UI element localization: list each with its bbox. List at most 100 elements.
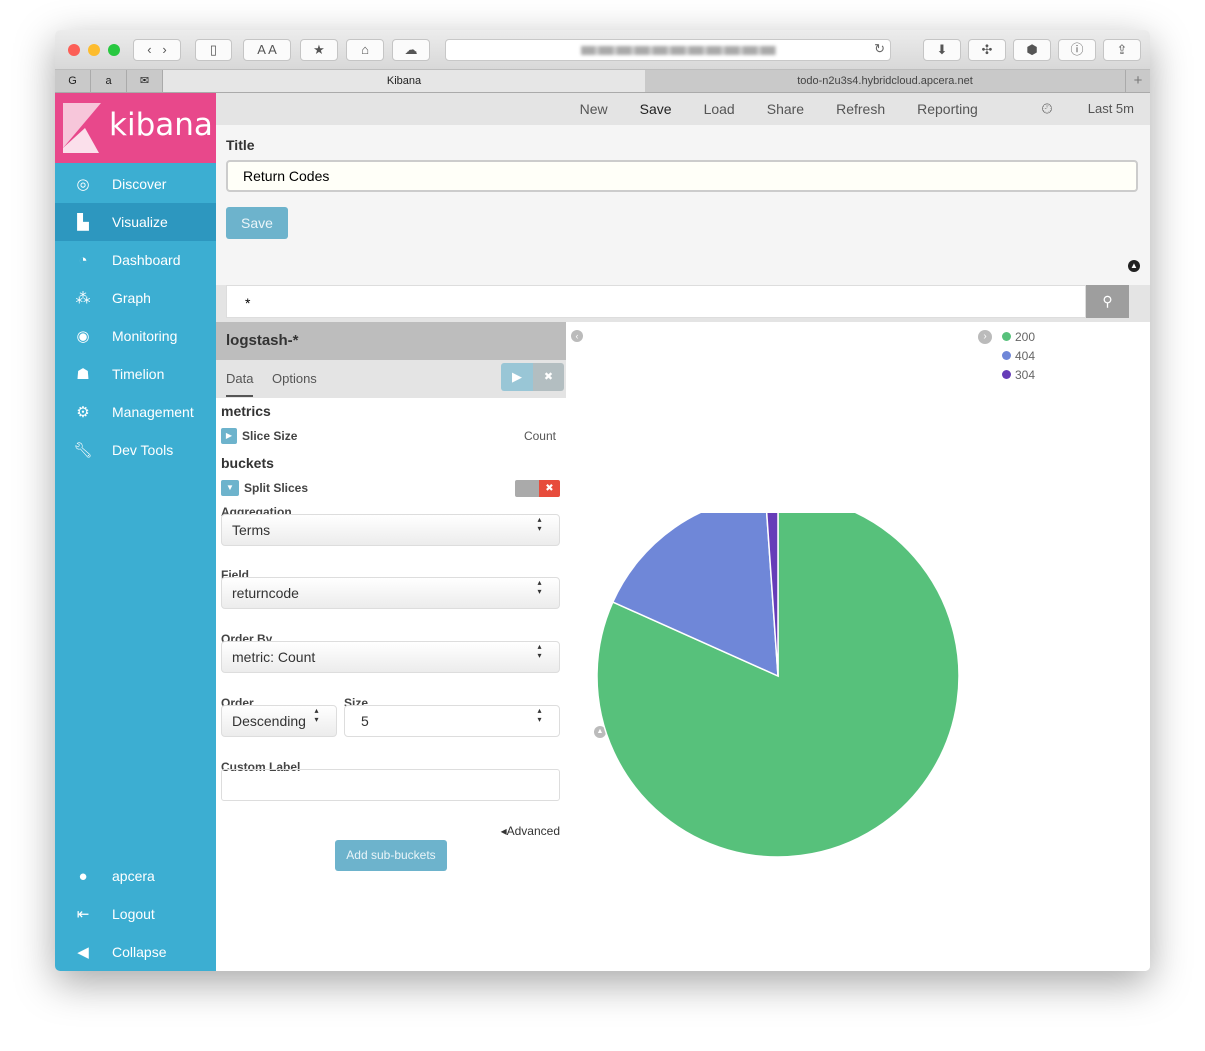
- top-nav: New Save Load Share Refresh Reporting 🕘︎…: [216, 93, 1150, 125]
- brand-name: kibana: [109, 107, 213, 143]
- title-input[interactable]: [226, 160, 1138, 192]
- nav-label: Visualize: [112, 214, 168, 230]
- cloud-icon[interactable]: ☁: [392, 39, 430, 61]
- query-input[interactable]: *: [226, 285, 1086, 318]
- sidebar-item-user[interactable]: ● apcera: [55, 857, 216, 895]
- custom-label-input[interactable]: [221, 769, 560, 801]
- sidebar-item-discover[interactable]: ◎ Discover: [55, 165, 216, 203]
- sidebar-item-monitoring[interactable]: ◉ Monitoring: [55, 317, 216, 355]
- order-select[interactable]: Descending: [221, 705, 337, 737]
- nav-label: Logout: [112, 906, 155, 922]
- save-menu-button[interactable]: Save: [640, 101, 672, 117]
- collapse-up-icon[interactable]: ▲: [1128, 260, 1140, 272]
- tab-data[interactable]: Data: [226, 371, 254, 397]
- tab-kibana[interactable]: Kibana: [163, 70, 645, 92]
- save-panel: Title Save ▲: [216, 125, 1150, 285]
- download-icon[interactable]: ⬇: [923, 39, 961, 61]
- sidebar-item-logout[interactable]: ⇤ Logout: [55, 895, 216, 933]
- text-size-buttons[interactable]: A A: [243, 39, 291, 61]
- editor-panel: logstash-* Data Options ▶ ✖ metrics ▶ Sl…: [216, 322, 566, 971]
- tab-bar: G a ✉ Kibana todo-n2u3s4.hybridcloud.apc…: [55, 70, 1150, 93]
- extension-icon[interactable]: ✣: [968, 39, 1006, 61]
- aggregation-select[interactable]: Terms: [221, 514, 560, 546]
- favorite-google[interactable]: G: [55, 70, 91, 92]
- legend-label: 404: [1015, 349, 1036, 363]
- kibana-logo[interactable]: kibana: [55, 93, 216, 163]
- minimize-window-button[interactable]: [88, 44, 100, 56]
- search-icon: ⚲: [1102, 293, 1113, 309]
- time-picker[interactable]: 🕘︎ Last 5m: [1010, 101, 1134, 117]
- share-icon[interactable]: ⇪: [1103, 39, 1141, 61]
- share-button[interactable]: Share: [767, 101, 804, 117]
- collapse-icon: ◀: [77, 944, 89, 961]
- new-tab-button[interactable]: +: [1125, 70, 1150, 92]
- query-bar: * ⚲: [216, 285, 1150, 322]
- refresh-button[interactable]: Refresh: [836, 101, 885, 117]
- toggle-bucket-button[interactable]: [515, 480, 539, 497]
- close-window-button[interactable]: [68, 44, 80, 56]
- bucket-label[interactable]: Split Slices: [244, 481, 308, 495]
- zoom-window-button[interactable]: [108, 44, 120, 56]
- bookmark-icon[interactable]: ★: [300, 39, 338, 61]
- legend-item-404[interactable]: 404: [1002, 349, 1035, 363]
- nav-label: Dashboard: [112, 252, 181, 268]
- nav-label: Graph: [112, 290, 151, 306]
- discard-button[interactable]: ✖: [533, 363, 564, 391]
- bar-chart-icon: ▙: [77, 214, 89, 231]
- reload-icon[interactable]: ↻: [874, 41, 885, 57]
- remove-bucket-button[interactable]: ✖: [539, 480, 560, 497]
- home-icon[interactable]: ⌂: [346, 39, 384, 61]
- collapse-bucket-icon[interactable]: ▼: [221, 480, 239, 496]
- nav-label: Collapse: [112, 944, 167, 960]
- browser-toolbar: ‹ › ▯ A A ★ ⌂ ☁ ↻ ⬇ ✣ ⬢ ⓘ ⇪: [55, 30, 1150, 70]
- nav-label: Discover: [112, 176, 167, 192]
- sidebar-toggle-icon[interactable]: ▯: [195, 39, 232, 61]
- size-input[interactable]: 5: [344, 705, 560, 737]
- metric-value: Count: [523, 429, 556, 443]
- sidebar-item-visualize[interactable]: ▙ Visualize: [55, 203, 216, 241]
- browser-window: ‹ › ▯ A A ★ ⌂ ☁ ↻ ⬇ ✣ ⬢ ⓘ ⇪ G a ✉ Kibana…: [55, 30, 1150, 971]
- timelion-icon: ☗: [76, 366, 90, 383]
- wrench-icon: 🔧︎: [73, 442, 93, 459]
- expand-metric-icon[interactable]: ▶: [221, 428, 237, 444]
- legend-item-304[interactable]: 304: [1002, 368, 1035, 382]
- new-button[interactable]: New: [580, 101, 608, 117]
- address-bar[interactable]: ↻: [445, 39, 891, 61]
- compass-icon: ◎: [76, 176, 90, 193]
- field-select[interactable]: returncode: [221, 577, 560, 609]
- sidebar-item-timelion[interactable]: ☗ Timelion: [55, 355, 216, 393]
- clock-icon: 🕘︎: [1041, 101, 1053, 116]
- nav-label: Timelion: [112, 366, 165, 382]
- nav-label: Management: [112, 404, 194, 420]
- pie-chart: [596, 513, 960, 858]
- add-sub-buckets-button[interactable]: Add sub-buckets: [335, 840, 447, 871]
- gear-icon: ⚙: [76, 404, 90, 421]
- search-button[interactable]: ⚲: [1086, 285, 1129, 318]
- favorite-amazon[interactable]: a: [91, 70, 127, 92]
- sidebar-item-dashboard[interactable]: ◔ Dashboard: [55, 241, 216, 279]
- legend-item-200[interactable]: 200: [1002, 330, 1035, 344]
- metric-label[interactable]: Slice Size: [242, 429, 297, 443]
- reporting-button[interactable]: Reporting: [917, 101, 978, 117]
- legend-dot: [1002, 332, 1011, 341]
- back-forward-buttons[interactable]: ‹ ›: [133, 39, 181, 61]
- save-button[interactable]: Save: [226, 207, 288, 239]
- advanced-link[interactable]: ◂Advanced: [501, 824, 560, 838]
- orderby-select[interactable]: metric: Count: [221, 641, 560, 673]
- shield-icon[interactable]: ⬢: [1013, 39, 1051, 61]
- apply-button[interactable]: ▶: [501, 363, 533, 391]
- tab-apcera[interactable]: todo-n2u3s4.hybridcloud.apcera.net: [645, 70, 1125, 92]
- info-icon[interactable]: ⓘ: [1058, 39, 1096, 61]
- sidebar-item-graph[interactable]: ⁂ Graph: [55, 279, 216, 317]
- legend-label: 304: [1015, 368, 1036, 382]
- sidebar-item-dev-tools[interactable]: 🔧︎ Dev Tools: [55, 431, 216, 469]
- main-content: New Save Load Share Refresh Reporting 🕘︎…: [216, 93, 1150, 971]
- collapse-editor-icon[interactable]: ‹: [571, 330, 583, 342]
- sidebar-item-management[interactable]: ⚙ Management: [55, 393, 216, 431]
- sidebar-item-collapse[interactable]: ◀ Collapse: [55, 933, 216, 971]
- favorite-mail[interactable]: ✉: [127, 70, 163, 92]
- toggle-legend-icon[interactable]: ›: [978, 330, 992, 344]
- load-button[interactable]: Load: [704, 101, 735, 117]
- dashboard-icon: ◔: [78, 251, 88, 269]
- tab-options[interactable]: Options: [272, 371, 317, 386]
